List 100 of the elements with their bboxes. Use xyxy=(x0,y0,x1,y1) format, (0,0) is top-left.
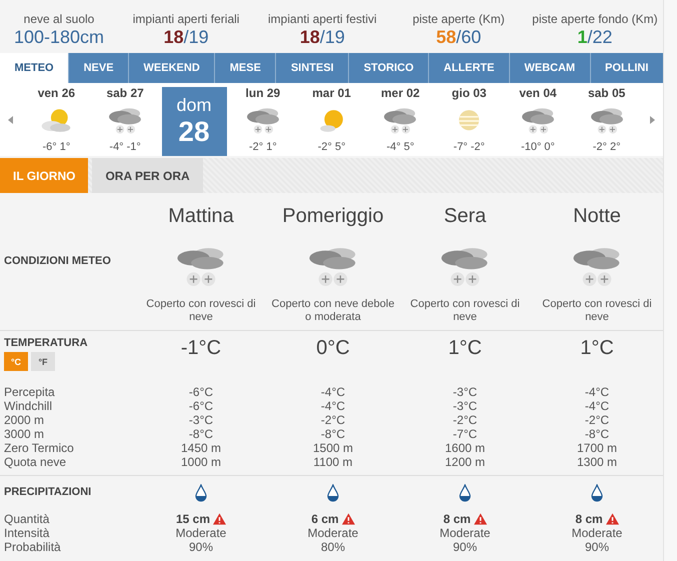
table-cell-text: -2°C xyxy=(584,413,610,427)
section-label: PRECIPITAZIONI xyxy=(3,486,92,500)
table-cell-text: 80% xyxy=(320,540,346,554)
table-cell-text: 1000 m xyxy=(180,455,222,469)
condition-text: Coperto con neve debole o moderata xyxy=(270,298,396,324)
row-label: Quantità xyxy=(3,512,50,526)
row-label: Probabilità xyxy=(3,540,62,554)
row-label: Intensità xyxy=(3,526,50,540)
row-label: 3000 m xyxy=(3,427,46,441)
right-arrow-icon[interactable] xyxy=(649,116,655,124)
stat-label: neve al suolo xyxy=(24,12,94,26)
day-item[interactable]: ven 26 -6° 1° xyxy=(22,83,91,156)
day-item[interactable]: sab 27 -4° -1° xyxy=(90,83,160,156)
row-label: Percepita xyxy=(3,385,56,399)
day-item[interactable]: mer 02 -4° 5° xyxy=(366,83,435,156)
table-cell-text: -3°C xyxy=(188,413,214,427)
table-cell-text: -3°C xyxy=(452,399,478,413)
view-tab[interactable]: ORA PER ORA xyxy=(92,158,203,193)
warning-icon xyxy=(213,513,226,525)
day-name: mar 01 xyxy=(312,86,351,100)
day-item[interactable]: lun 29 -2° 1° xyxy=(228,83,298,156)
day-date: 28 xyxy=(178,116,210,148)
table-cell-text: 1100 m xyxy=(312,455,354,469)
left-arrow-icon[interactable] xyxy=(8,116,14,124)
stat-label: impianti aperti festivi xyxy=(268,12,377,26)
day-temperature: -7° -2° xyxy=(453,141,485,153)
stat-label: impianti aperti feriali xyxy=(132,12,240,26)
temperature-value: 1°C xyxy=(579,337,615,361)
nav-tab[interactable]: METEO xyxy=(0,53,68,83)
table-cell: 15 cm xyxy=(176,512,210,526)
table-cell-text: 90% xyxy=(188,540,214,554)
day-temperature: -2° 5° xyxy=(318,141,346,153)
day-temperature: -2° 1° xyxy=(248,141,277,153)
temperature-value: -1°C xyxy=(180,337,222,361)
table-cell-text: -6°C xyxy=(188,385,214,399)
day-name: dom xyxy=(176,95,212,116)
table-cell-text: 1450 m xyxy=(180,441,222,455)
day-name: sab 05 xyxy=(588,86,626,100)
table-cell-text: 1200 m xyxy=(444,455,486,469)
table-cell-text: -8°C xyxy=(188,427,214,441)
table-cell-text: 90% xyxy=(452,540,478,554)
period-heading: Sera xyxy=(442,205,488,229)
day-item[interactable]: gio 03 -7° -2° xyxy=(434,83,504,156)
table-cell-text: 1300 m xyxy=(576,455,618,469)
stat-label: piste aperte (Km) xyxy=(412,12,505,26)
day-item[interactable]: dom 28 xyxy=(162,87,226,156)
day-name: sab 27 xyxy=(106,86,144,100)
table-cell-text: 1500 m xyxy=(312,441,354,455)
table-cell-text: Moderate xyxy=(438,526,492,540)
table-cell: 6 cm xyxy=(311,512,339,526)
table-cell-text: -2°C xyxy=(320,413,346,427)
drop-icon xyxy=(459,484,471,502)
table-cell-text: -8°C xyxy=(584,427,610,441)
table-cell-text: 1700 m xyxy=(576,441,618,455)
unit-toggle[interactable]: °F xyxy=(31,352,55,371)
day-item[interactable]: ven 04 -10° 0° xyxy=(504,83,572,156)
row-label: 2000 m xyxy=(3,413,46,427)
table-cell-text: 1600 m xyxy=(444,441,486,455)
table-cell-text: Moderate xyxy=(174,526,228,540)
table-cell-text: -4°C xyxy=(584,385,610,399)
section-label: TEMPERATURA xyxy=(3,337,89,349)
table-cell-text: -4°C xyxy=(584,399,610,413)
condition-text: Coperto con rovesci di neve xyxy=(145,298,257,324)
table-cell-text: Moderate xyxy=(570,526,624,540)
table-cell: 8 cm xyxy=(443,512,471,526)
row-label: Zero Termico xyxy=(3,441,75,455)
table-cell-text: -8°C xyxy=(320,427,346,441)
warning-icon xyxy=(342,513,355,525)
drop-icon xyxy=(195,484,207,502)
stat-value: 58/60 xyxy=(436,26,482,48)
drop-icon xyxy=(591,484,603,502)
warning-icon xyxy=(474,513,487,525)
day-temperature: -4° -1° xyxy=(109,141,141,153)
table-cell-text: -2°C xyxy=(452,413,478,427)
day-item[interactable]: mar 01 -2° 5° xyxy=(297,83,366,156)
day-temperature: -10° 0° xyxy=(520,141,555,153)
day-temperature: -2° 2° xyxy=(592,141,620,153)
day-name: lun 29 xyxy=(246,86,280,100)
table-cell-text: Moderate xyxy=(306,526,360,540)
day-name: gio 03 xyxy=(452,86,486,100)
day-name: mer 02 xyxy=(381,86,420,100)
row-label: Windchill xyxy=(3,399,54,413)
day-temperature: -6° 1° xyxy=(42,141,70,153)
table-cell-text: -4°C xyxy=(320,399,346,413)
stat-value: 18/19 xyxy=(300,26,345,48)
stat-value: 18/19 xyxy=(164,26,209,48)
table-cell-text: -3°C xyxy=(452,385,478,399)
period-heading: Mattina xyxy=(167,205,235,229)
condition-text: Coperto con rovesci di neve xyxy=(409,298,521,324)
period-heading: Notte xyxy=(572,205,622,229)
day-item[interactable]: sab 05 -2° 2° xyxy=(572,83,641,156)
day-name: ven 26 xyxy=(38,86,76,100)
table-cell-text: 90% xyxy=(584,540,610,554)
table-cell-text: -4°C xyxy=(320,385,346,399)
temperature-value: 1°C xyxy=(447,337,483,361)
day-name: ven 04 xyxy=(519,86,557,100)
table-cell-text: -7°C xyxy=(452,427,478,441)
drop-icon xyxy=(327,484,339,502)
stat-value: 1/22 xyxy=(577,26,612,48)
condition-text: Coperto con rovesci di neve xyxy=(541,298,653,324)
